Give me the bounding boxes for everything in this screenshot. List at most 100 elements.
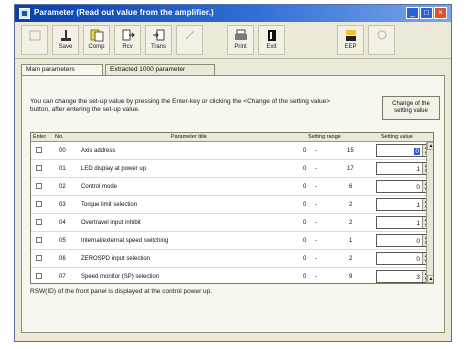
param-no: 06 [59, 256, 66, 262]
enter-checkbox[interactable] [36, 237, 42, 243]
range-min: 0 [303, 274, 307, 280]
enter-checkbox[interactable] [36, 219, 42, 225]
range-max: 15 [347, 148, 354, 154]
param-no: 00 [59, 148, 66, 154]
range-min: 0 [303, 256, 307, 262]
header-value: Setting value [381, 134, 413, 140]
minimize-button[interactable]: _ [406, 7, 419, 19]
save-icon [60, 30, 71, 41]
compare-button[interactable]: Comp [83, 25, 110, 55]
setting-value-spinner[interactable]: 1 ▲▼ [376, 198, 430, 211]
range-min: 0 [303, 238, 307, 244]
app-icon [19, 8, 30, 19]
range-max: 6 [349, 184, 353, 190]
header-no: No. [55, 134, 64, 140]
range-min: 0 [303, 184, 307, 190]
table-row[interactable]: 04 Overtravel input inhibit 0 - 2 1 ▲▼ [31, 214, 430, 232]
setting-value-spinner[interactable]: 1 ▲▼ [376, 162, 430, 175]
status-text: RSW(ID) of the front panel is displayed … [30, 288, 213, 295]
setting-value: 0 [414, 148, 420, 155]
param-title: Control mode [81, 184, 118, 190]
scroll-up-icon[interactable]: ▲ [427, 142, 433, 150]
transmit-button[interactable]: Trans [145, 25, 172, 55]
param-title: Internal/external speed switching [81, 238, 169, 244]
range-max: 17 [347, 166, 354, 172]
range-max: 2 [349, 220, 353, 226]
range-sep: - [315, 256, 317, 262]
range-sep: - [315, 274, 317, 280]
param-no: 07 [59, 274, 66, 280]
toolbar: Save Comp Rcv Trans Print Exit EEP [15, 22, 451, 59]
range-sep: - [315, 220, 317, 226]
param-no: 04 [59, 220, 66, 226]
enter-checkbox[interactable] [36, 147, 42, 153]
scroll-down-icon[interactable]: ▲ [427, 275, 433, 283]
title-bar[interactable]: Parameter (Read out value from the ampli… [15, 5, 451, 22]
disabled-icon [29, 30, 40, 41]
setting-value-spinner[interactable]: 0 ▲▼ [376, 144, 430, 157]
param-no: 05 [59, 238, 66, 244]
save-button[interactable]: Save [52, 25, 79, 55]
range-min: 0 [303, 148, 307, 154]
enter-checkbox[interactable] [36, 165, 42, 171]
param-no: 01 [59, 166, 66, 172]
receive-button[interactable]: Rcv [114, 25, 141, 55]
toolbar-button-1 [21, 25, 48, 55]
maximize-button[interactable]: □ [420, 7, 433, 19]
close-button[interactable]: × [434, 7, 447, 19]
transmit-icon [152, 29, 164, 41]
param-title: Torque limit selection [81, 202, 138, 208]
setting-value-spinner[interactable]: 0 ▲▼ [376, 234, 430, 247]
range-min: 0 [303, 202, 307, 208]
range-sep: - [315, 184, 317, 190]
table-row[interactable]: 05 Internal/external speed switching 0 -… [31, 232, 430, 250]
setting-value-spinner[interactable]: 3 ▲▼ [376, 270, 430, 283]
disabled-icon [185, 30, 194, 40]
range-sep: - [315, 148, 317, 154]
enter-checkbox[interactable] [36, 201, 42, 207]
setting-value: 1 [416, 166, 420, 173]
tab-extracted-1000-parameter[interactable]: Extracted 1000 parameter [105, 64, 215, 75]
setting-value: 0 [416, 184, 420, 191]
eep-button[interactable]: EEP [337, 25, 364, 55]
param-title: Overtravel input inhibit [81, 220, 141, 226]
param-no: 03 [59, 202, 66, 208]
range-sep: - [315, 238, 317, 244]
table-row[interactable]: 03 Torque limit selection 0 - 2 1 ▲▼ [31, 196, 430, 214]
table-row[interactable]: 06 ZEROSPD input selection 0 - 2 0 ▲▼ [31, 250, 430, 268]
param-title: Speed monitor (SP) selection [81, 274, 160, 280]
range-max: 2 [349, 202, 353, 208]
setting-value-spinner[interactable]: 1 ▲▼ [376, 216, 430, 229]
print-icon [234, 29, 247, 40]
header-title: Parameter title [171, 134, 207, 140]
table-row[interactable]: 00 Axis address 0 - 15 0 ▲▼ [31, 142, 430, 160]
enter-checkbox[interactable] [36, 183, 42, 189]
toolbar-button-6 [176, 25, 203, 55]
enter-checkbox[interactable] [36, 273, 42, 279]
info-text: You can change the set-up value by press… [30, 98, 331, 113]
exit-button[interactable]: Exit [258, 25, 285, 55]
parameter-grid: Enter No. Parameter title Setting range … [30, 132, 434, 284]
setting-value: 0 [416, 238, 420, 245]
setting-value: 3 [416, 274, 420, 281]
disabled-icon [377, 30, 386, 40]
exit-icon [267, 30, 276, 41]
table-row[interactable]: 07 Speed monitor (SP) selection 0 - 9 3 … [31, 268, 430, 283]
table-row[interactable]: 01 LED display at power up 0 - 17 1 ▲▼ [31, 160, 430, 178]
param-title: Axis address [81, 148, 116, 154]
param-title: ZEROSPD input selection [81, 256, 151, 262]
change-setting-value-button[interactable]: Change of the setting value [382, 96, 440, 120]
toolbar-button-10 [368, 25, 395, 55]
window-title: Parameter (Read out value from the ampli… [34, 8, 214, 17]
vertical-scrollbar[interactable]: ▲ ▲ [426, 142, 433, 283]
setting-value-spinner[interactable]: 0 ▲▼ [376, 180, 430, 193]
print-button[interactable]: Print [227, 25, 254, 55]
range-max: 9 [349, 274, 353, 280]
enter-checkbox[interactable] [36, 255, 42, 261]
header-range: Setting range [308, 134, 341, 140]
tab-panel: You can change the set-up value by press… [21, 75, 445, 333]
setting-value-spinner[interactable]: 0 ▲▼ [376, 252, 430, 265]
setting-value: 1 [416, 202, 420, 209]
table-row[interactable]: 02 Control mode 0 - 6 0 ▲▼ [31, 178, 430, 196]
range-max: 1 [349, 238, 353, 244]
